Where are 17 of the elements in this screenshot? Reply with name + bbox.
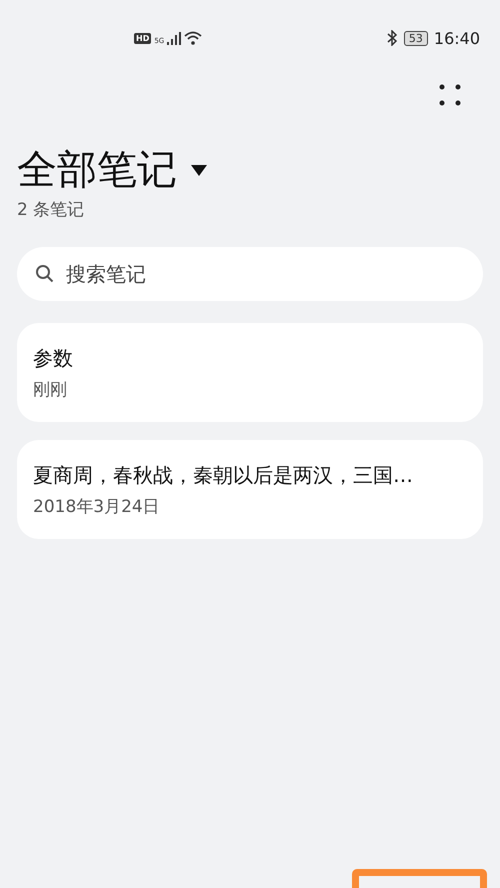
note-card[interactable]: 参数 刚刚 — [17, 323, 483, 422]
note-date: 2018年3月24日 — [33, 496, 161, 518]
more-icon[interactable] — [439, 84, 461, 106]
wifi-icon — [184, 31, 202, 45]
note-title: 夏商周，春秋战，秦朝以后是两汉，三国… — [33, 462, 414, 488]
page-title[interactable]: 全部笔记 — [17, 146, 177, 194]
note-card[interactable]: 夏商周，春秋战，秦朝以后是两汉，三国… 2018年3月24日 — [17, 440, 483, 539]
status-time: 16:40 — [434, 28, 480, 48]
signal-icon — [167, 32, 182, 44]
battery-icon: 53 — [404, 30, 428, 46]
note-title: 参数 — [33, 344, 74, 372]
search-field[interactable]: 搜索笔记 — [17, 247, 483, 301]
note-count: 2 条笔记 — [17, 199, 86, 221]
note-date: 刚刚 — [33, 378, 68, 400]
bluetooth-icon — [386, 30, 398, 46]
hd-badge: HD — [134, 32, 152, 44]
caret-icon[interactable] — [191, 164, 207, 176]
